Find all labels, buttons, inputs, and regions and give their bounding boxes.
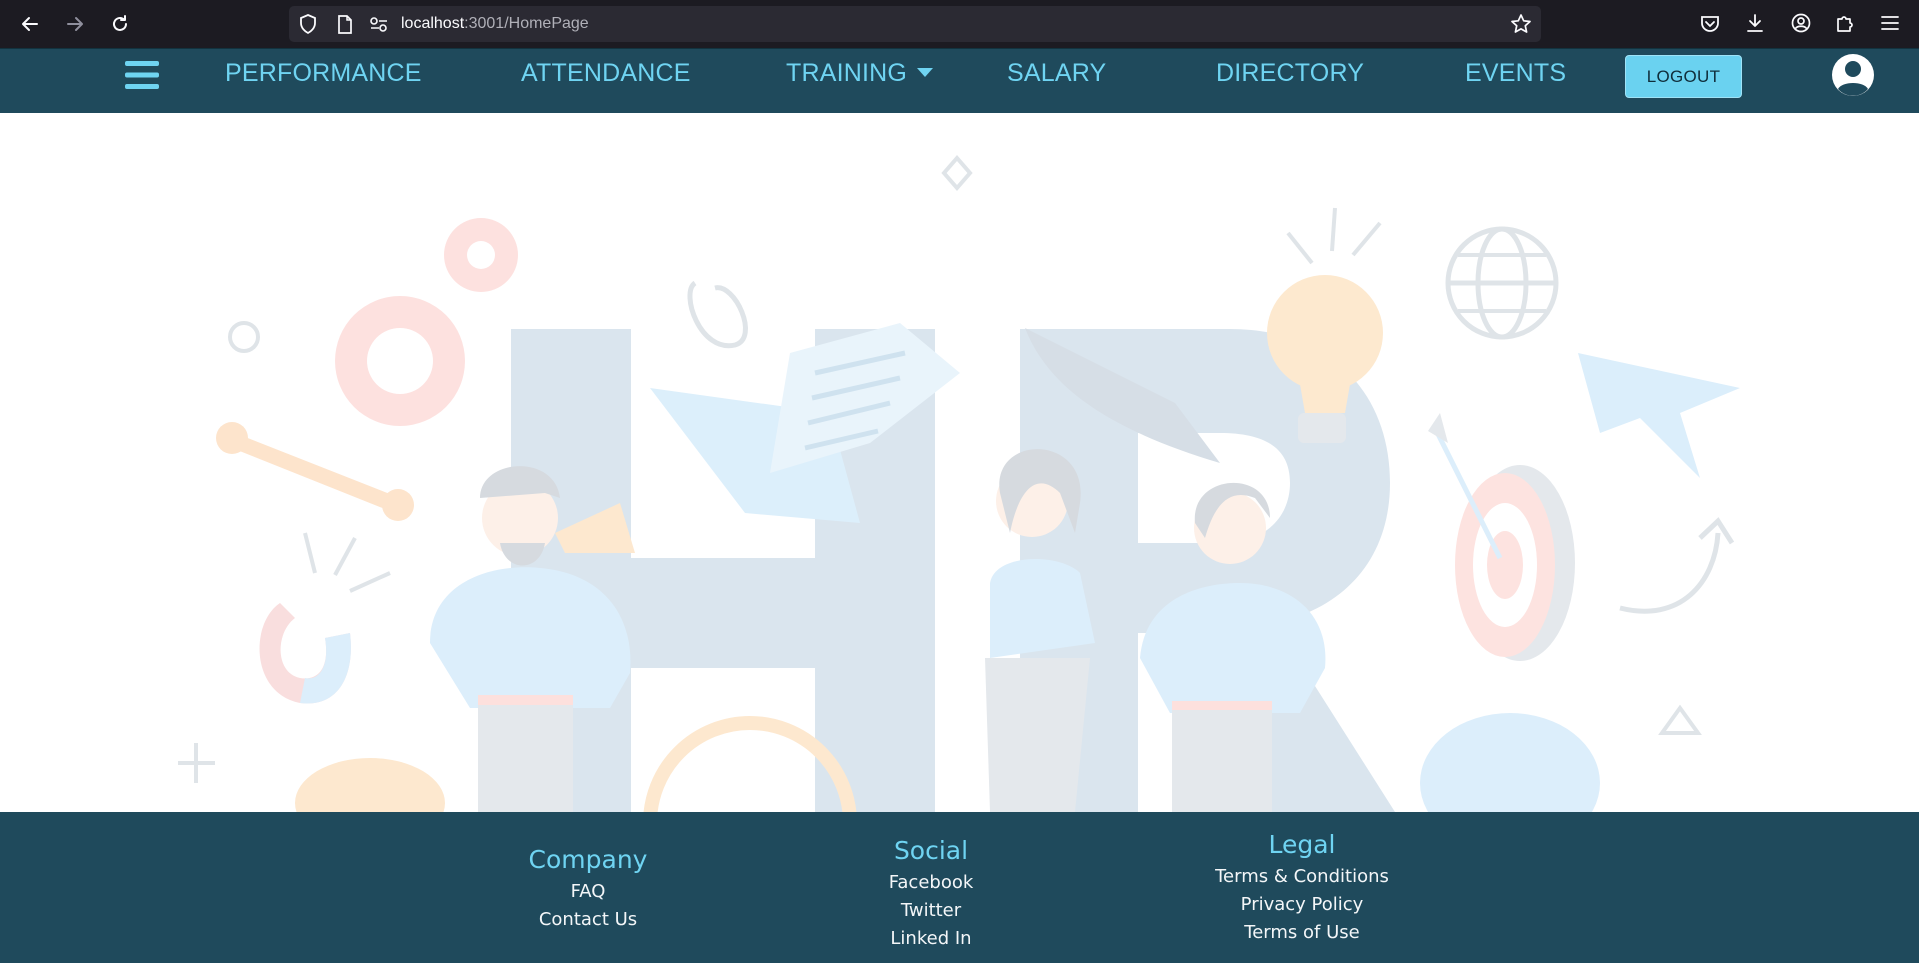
browser-toolbar: localhost:3001/HomePage	[0, 0, 1919, 48]
footer-company-heading: Company	[528, 845, 648, 874]
nav-link-training-label: TRAINING	[786, 59, 908, 87]
hamburger-icon[interactable]	[124, 59, 160, 91]
user-avatar-icon[interactable]	[1831, 53, 1875, 97]
logout-button[interactable]: LOGOUT	[1625, 55, 1742, 98]
main-navbar: PERFORMANCE ATTENDANCE TRAINING SALARY D…	[0, 48, 1919, 113]
footer-link-facebook[interactable]: Facebook	[831, 869, 1031, 897]
footer-legal-column: Legal Terms & Conditions Privacy Policy …	[1182, 830, 1422, 947]
download-icon[interactable]	[1744, 12, 1766, 34]
account-icon[interactable]	[1790, 12, 1812, 34]
footer-legal-heading: Legal	[1268, 830, 1336, 859]
footer-link-privacy-policy[interactable]: Privacy Policy	[1182, 891, 1422, 919]
extensions-icon[interactable]	[1834, 12, 1856, 34]
shield-icon[interactable]	[298, 14, 318, 34]
reload-icon[interactable]	[106, 10, 134, 38]
footer-company-column: Company FAQ Contact Us	[488, 845, 688, 934]
url-text[interactable]: localhost:3001/HomePage	[401, 15, 589, 33]
page-icon	[335, 14, 355, 34]
back-icon[interactable]	[16, 10, 44, 38]
nav-link-training[interactable]: TRAINING	[786, 59, 934, 88]
nav-link-performance[interactable]: PERFORMANCE	[225, 59, 422, 88]
hr-team-illustration	[178, 154, 1740, 812]
pocket-icon[interactable]	[1699, 13, 1721, 35]
footer-link-terms-of-use[interactable]: Terms of Use	[1182, 919, 1422, 947]
site-footer: Company FAQ Contact Us Social Facebook T…	[0, 812, 1919, 963]
footer-link-faq[interactable]: FAQ	[488, 878, 688, 906]
footer-link-twitter[interactable]: Twitter	[831, 897, 1031, 925]
nav-link-events[interactable]: EVENTS	[1465, 59, 1566, 88]
forward-icon[interactable]	[61, 10, 89, 38]
hero-section	[0, 113, 1919, 812]
bookmark-star-icon[interactable]	[1510, 13, 1532, 35]
permissions-icon[interactable]	[368, 14, 390, 34]
nav-link-directory[interactable]: DIRECTORY	[1216, 59, 1364, 88]
url-bar[interactable]: localhost:3001/HomePage	[289, 6, 1541, 42]
nav-link-attendance[interactable]: ATTENDANCE	[521, 59, 691, 88]
footer-link-terms-conditions[interactable]: Terms & Conditions	[1182, 863, 1422, 891]
footer-link-contact-us[interactable]: Contact Us	[488, 906, 688, 934]
caret-down-icon	[917, 67, 934, 77]
nav-link-salary[interactable]: SALARY	[1007, 59, 1106, 88]
footer-social-column: Social Facebook Twitter Linked In	[831, 836, 1031, 953]
footer-link-linkedin[interactable]: Linked In	[831, 925, 1031, 953]
footer-social-heading: Social	[893, 836, 969, 865]
menu-icon[interactable]	[1879, 12, 1901, 34]
